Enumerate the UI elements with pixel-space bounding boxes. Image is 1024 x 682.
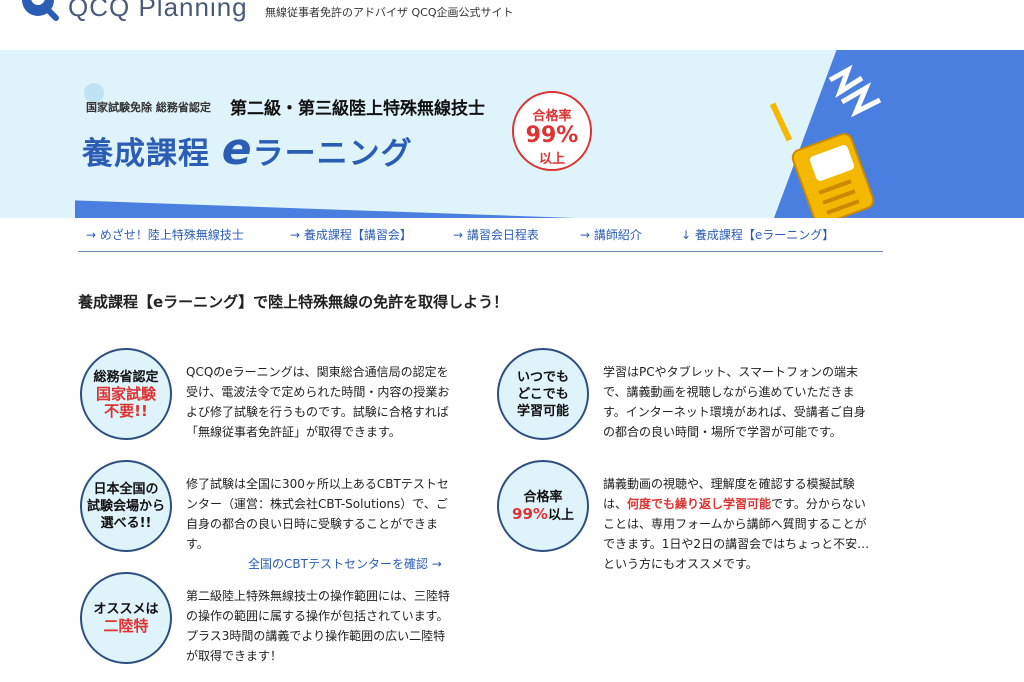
feature-badge: いつでも どこでも 学習可能: [497, 348, 589, 440]
pass-rate-badge: 合格率 99% 以上: [512, 91, 592, 171]
hero-title: 第二級・第三級陸上特殊無線技士: [230, 99, 485, 119]
feature-badge-line1: 総務省認定: [93, 369, 159, 385]
logo-text[interactable]: QCQ Planning: [68, 0, 248, 23]
site-header: QCQ Planning 無線従事者免許のアドバイザ QCQ企画公式サイト: [0, 0, 1024, 48]
feature-badge: オススメは 二陸特: [80, 572, 172, 664]
pass-badge-line1: 合格率: [532, 109, 572, 124]
feature-badge-suffix: 以上: [547, 507, 574, 523]
nav-link-instructors[interactable]: → 講師紹介: [580, 226, 642, 243]
feature-badge-line2: どこでも: [517, 386, 569, 402]
feature-description: 第二級陸上特殊無線技士の操作範囲には、三陸特の操作の範囲に属する操作が包括されて…: [186, 589, 451, 663]
radio-transceiver-icon: [770, 64, 882, 218]
section-nav: → めざせ！陸上特殊無線技士 → 養成課程【講習会】 → 講習会日程表 → 講師…: [78, 218, 883, 252]
feature-badge: 日本全国の 試験会場から 選べる!!: [80, 460, 172, 552]
feature-badge-line1: オススメは: [93, 602, 159, 617]
site-tagline: 無線従事者免許のアドバイザ QCQ企画公式サイト: [265, 6, 514, 19]
feature-badge-red: 99%: [512, 504, 548, 523]
qcq-logo-icon[interactable]: [18, 0, 60, 22]
hero-banner: 国家試験免除 総務省認定 第二級・第三級陸上特殊無線技士 養成課程 eラーニング…: [0, 50, 1024, 218]
feature-badge-line1: 合格率: [523, 489, 563, 505]
hero-main-prefix: 養成課程: [82, 136, 210, 172]
feature-badge-red: 国家試験: [95, 384, 156, 403]
feature-badge-red2: 不要!!: [104, 401, 148, 420]
feature-badge-red: 二陸特: [103, 617, 149, 635]
nav-link-course-lecture[interactable]: → 養成課程【講習会】: [290, 226, 412, 243]
nav-link-mezase[interactable]: → めざせ！陸上特殊無線技士: [86, 226, 244, 243]
feature-badge-line1: いつでも: [516, 369, 569, 385]
feature-badge-line1: 日本全国の: [93, 481, 159, 497]
feature-description: QCQのeラーニングは、関東総合通信局の認定を受け、電波法令で定められた時間・内…: [186, 365, 450, 439]
pass-badge-line2: 99%: [525, 123, 579, 148]
feature-badge-line3: 学習可能: [516, 403, 569, 419]
cbt-center-link[interactable]: 全国のCBTテストセンターを確認 →: [248, 555, 442, 572]
hero-main-suffix: ラーニング: [252, 136, 413, 172]
feature-text-highlight: 何度でも繰り返し学習可能: [627, 497, 772, 511]
intro-heading: 養成課程【eラーニング】で陸上特殊無線の免許を取得しよう！: [78, 293, 509, 311]
feature-badge: 総務省認定 国家試験 不要!!: [80, 348, 172, 440]
feature-badge-line2: 99%以上: [512, 504, 574, 524]
pass-badge-line3: 以上: [538, 152, 565, 167]
feature-description: 講義動画の視聴や、理解度を確認する模擬試験は、何度でも繰り返し学習可能です。分か…: [603, 474, 873, 574]
hero-subtitle: 国家試験免除 総務省認定: [86, 101, 211, 114]
hero-main-title: 養成課程 eラーニング: [82, 124, 413, 175]
feature-badge-line2: 試験会場から: [86, 498, 165, 514]
nav-link-elearning[interactable]: ↓ 養成課程【eラーニング】: [681, 226, 834, 243]
feature-description: 学習はPCやタブレット、スマートフォンの端末で、講義動画を視聴しながら進めていた…: [603, 365, 866, 439]
feature-description: 修了試験は全国に300ヶ所以上あるCBTテストセンター（運営：株式会社CBT-S…: [186, 477, 449, 551]
feature-badge-line3: 選べる!!: [100, 515, 152, 531]
hero-blue-bar: [75, 200, 575, 218]
hero-main-e: e: [221, 124, 253, 175]
nav-link-schedule[interactable]: → 講習会日程表: [453, 226, 539, 243]
feature-badge: 合格率 99%以上: [497, 460, 589, 552]
